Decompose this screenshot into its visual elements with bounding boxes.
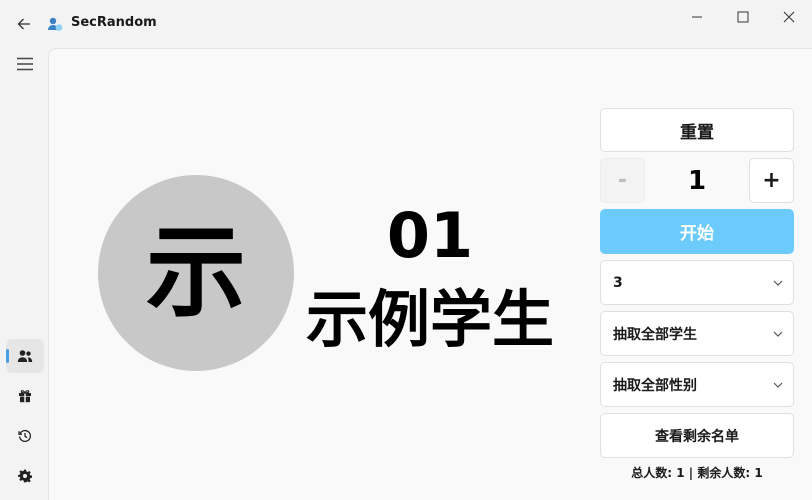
count-status: 总人数: 1 | 剩余人数: 1 bbox=[631, 466, 763, 480]
class-select[interactable]: 3 bbox=[600, 260, 794, 305]
title-bar: SecRandom bbox=[0, 0, 812, 48]
decrease-count-button[interactable]: - bbox=[600, 158, 645, 203]
gift-icon bbox=[19, 390, 31, 403]
history-icon bbox=[18, 429, 31, 442]
maximize-button[interactable] bbox=[720, 0, 766, 34]
group-select-value: 抽取全部学生 bbox=[613, 326, 697, 343]
draw-count-value: 1 bbox=[687, 166, 707, 196]
increase-count-button[interactable]: + bbox=[749, 158, 794, 203]
hamburger-menu-icon bbox=[17, 57, 33, 71]
sidebar-item-roll-call[interactable] bbox=[6, 339, 44, 373]
close-icon bbox=[783, 11, 795, 23]
start-button[interactable]: 开始 bbox=[600, 209, 794, 254]
student-name: 示例学生 bbox=[305, 283, 554, 356]
back-button[interactable] bbox=[10, 11, 38, 37]
view-remaining-button[interactable]: 查看剩余名单 bbox=[600, 413, 794, 458]
chevron-down-icon bbox=[773, 280, 783, 286]
maximize-icon bbox=[737, 11, 749, 23]
class-select-value: 3 bbox=[613, 274, 623, 291]
gender-select-value: 抽取全部性别 bbox=[613, 377, 697, 394]
menu-button[interactable] bbox=[8, 52, 42, 76]
minimize-icon bbox=[692, 16, 702, 18]
minimize-button[interactable] bbox=[674, 0, 720, 34]
close-button[interactable] bbox=[766, 0, 812, 34]
chevron-down-icon bbox=[773, 382, 783, 388]
back-arrow-icon bbox=[17, 18, 30, 30]
sidebar-item-settings[interactable] bbox=[6, 459, 44, 493]
secrandom-logo-icon bbox=[48, 17, 63, 31]
active-indicator bbox=[6, 349, 9, 363]
student-number: 01 bbox=[386, 199, 474, 272]
group-select[interactable]: 抽取全部学生 bbox=[600, 311, 794, 356]
sidebar-item-lottery[interactable] bbox=[6, 379, 44, 413]
gear-icon bbox=[18, 469, 32, 483]
reset-button[interactable]: 重置 bbox=[600, 108, 794, 152]
student-avatar: 示 bbox=[98, 175, 294, 371]
people-icon bbox=[17, 350, 33, 362]
app-title: SecRandom bbox=[71, 15, 157, 30]
gender-select[interactable]: 抽取全部性别 bbox=[600, 362, 794, 407]
chevron-down-icon bbox=[773, 331, 783, 337]
sidebar-item-history[interactable] bbox=[6, 419, 44, 453]
